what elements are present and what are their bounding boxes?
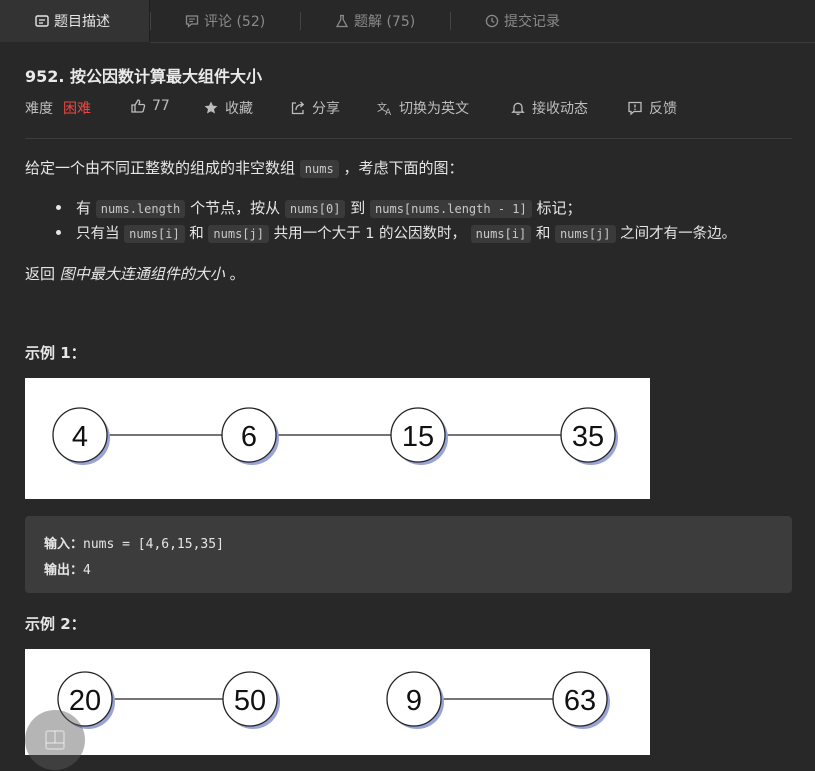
list-item: 只有当 nums[i] 和 nums[j] 共用一个大于 1 的公因数时， nu…	[76, 222, 736, 243]
svg-text:6: 6	[241, 421, 257, 453]
output-label: 输出：	[44, 563, 84, 578]
text: 标记；	[536, 199, 582, 217]
example-output: 输出：4	[44, 559, 91, 578]
input-value: nums = [4,6,15,35]	[83, 537, 224, 552]
star-icon	[204, 101, 218, 114]
example-1-graph: 4 6 15 35	[25, 378, 650, 499]
text: 返回	[25, 265, 56, 283]
subscribe-label: 接收动态	[532, 101, 588, 117]
difficulty-label: 难度	[25, 101, 53, 117]
tab-label: 题解 (75)	[354, 14, 416, 30]
text: 个节点，按从	[190, 199, 281, 217]
tab-label: 评论 (52)	[204, 14, 266, 30]
share-icon	[291, 101, 305, 115]
inline-code: nums[i]	[124, 225, 185, 243]
example-2-graph: 20 50 9 63	[25, 649, 650, 755]
favorite-label: 收藏	[225, 101, 253, 117]
switch-language-label: 切换为英文	[399, 101, 469, 117]
tab-description[interactable]: 题目描述	[0, 0, 150, 42]
example-1-code-block: 输入：nums = [4,6,15,35] 输出：4	[25, 516, 792, 593]
description-paragraph: 给定一个由不同正整数的组成的非空数组 nums ，考虑下面的图：	[25, 157, 464, 178]
example-input: 输入：nums = [4,6,15,35]	[44, 533, 224, 552]
feedback-button[interactable]: 反馈	[627, 98, 677, 118]
svg-text:15: 15	[402, 421, 434, 453]
tab-comments[interactable]: 评论 (52)	[185, 0, 265, 42]
switch-language-button[interactable]: 文A 切换为英文	[377, 98, 469, 118]
svg-text:4: 4	[72, 421, 88, 453]
emphasis-text: 图中最大连通组件的大小	[59, 265, 225, 283]
tab-bar: 题目描述 评论 (52) 题解 (75) 提交记录	[0, 0, 815, 43]
return-paragraph: 返回 图中最大连通组件的大小 。	[25, 263, 245, 284]
inline-code: nums[j]	[554, 225, 616, 243]
list-item: 有 nums.length 个节点，按从 nums[0] 到 nums[nums…	[76, 197, 582, 218]
input-label: 输入：	[44, 537, 84, 552]
divider	[25, 138, 792, 139]
tab-label: 提交记录	[504, 14, 560, 30]
favorite-button[interactable]: 收藏	[203, 98, 253, 118]
tab-solutions[interactable]: 题解 (75)	[335, 0, 415, 42]
difficulty-badge: 困难	[63, 101, 91, 117]
inline-code: nums[0]	[284, 200, 346, 218]
svg-text:63: 63	[564, 685, 596, 717]
graph-node: 35	[560, 407, 618, 465]
meta-bar: 难度 困难 77 收藏 分享 文A 切换为英文 接收动态 反馈	[25, 98, 805, 118]
like-button[interactable]: 77	[130, 98, 170, 114]
text: 到	[350, 199, 366, 217]
clock-icon	[485, 14, 499, 28]
bullet	[56, 205, 61, 210]
graph-node: 50	[222, 671, 280, 729]
thumbs-up-icon	[131, 99, 146, 113]
text: 和	[535, 226, 551, 242]
description-icon	[35, 15, 49, 27]
svg-text:35: 35	[572, 421, 604, 453]
translate-icon: 文A	[377, 101, 392, 116]
subscribe-button[interactable]: 接收动态	[510, 98, 588, 118]
output-value: 4	[83, 563, 91, 578]
text: 只有当	[76, 226, 120, 242]
inline-code: nums[j]	[208, 225, 269, 243]
panel-icon	[45, 730, 65, 750]
floating-action-button[interactable]	[25, 710, 85, 770]
bullet	[56, 230, 61, 235]
text: 有	[76, 199, 92, 217]
like-count: 77	[152, 98, 170, 114]
text: 和	[189, 226, 204, 242]
comment-icon	[185, 15, 199, 28]
inline-code: nums.length	[95, 200, 186, 218]
page-title: 952. 按公因数计算最大组件大小	[25, 67, 263, 86]
text: 给定一个由不同正整数的组成的非空数组	[25, 159, 296, 177]
graph-node: 63	[552, 671, 610, 729]
graph-node: 15	[390, 407, 448, 465]
text: 。	[229, 265, 245, 283]
graph-node: 9	[386, 671, 444, 729]
inline-code: nums[i]	[470, 225, 532, 243]
text: ，考虑下面的图：	[343, 159, 464, 177]
svg-text:A: A	[385, 108, 392, 116]
difficulty: 难度 困难	[25, 98, 91, 118]
flask-icon	[335, 14, 349, 28]
text: 共用一个大于 1 的公因数时，	[273, 226, 467, 242]
feedback-icon	[628, 101, 642, 116]
share-label: 分享	[312, 101, 340, 117]
inline-code: nums	[299, 160, 339, 178]
svg-text:50: 50	[234, 685, 266, 717]
example-1-heading: 示例 1：	[25, 344, 86, 362]
graph-node: 4	[52, 407, 110, 465]
tab-label: 题目描述	[54, 14, 110, 30]
text: 之间才有一条边。	[620, 226, 737, 242]
feedback-label: 反馈	[649, 101, 677, 117]
tab-submissions[interactable]: 提交记录	[485, 0, 560, 42]
example-2-heading: 示例 2：	[25, 615, 86, 633]
svg-text:20: 20	[69, 685, 101, 717]
share-button[interactable]: 分享	[290, 98, 340, 118]
bell-icon	[511, 102, 525, 116]
graph-node: 6	[221, 407, 279, 465]
inline-code: nums[nums.length - 1]	[370, 200, 532, 218]
svg-text:9: 9	[406, 685, 422, 717]
